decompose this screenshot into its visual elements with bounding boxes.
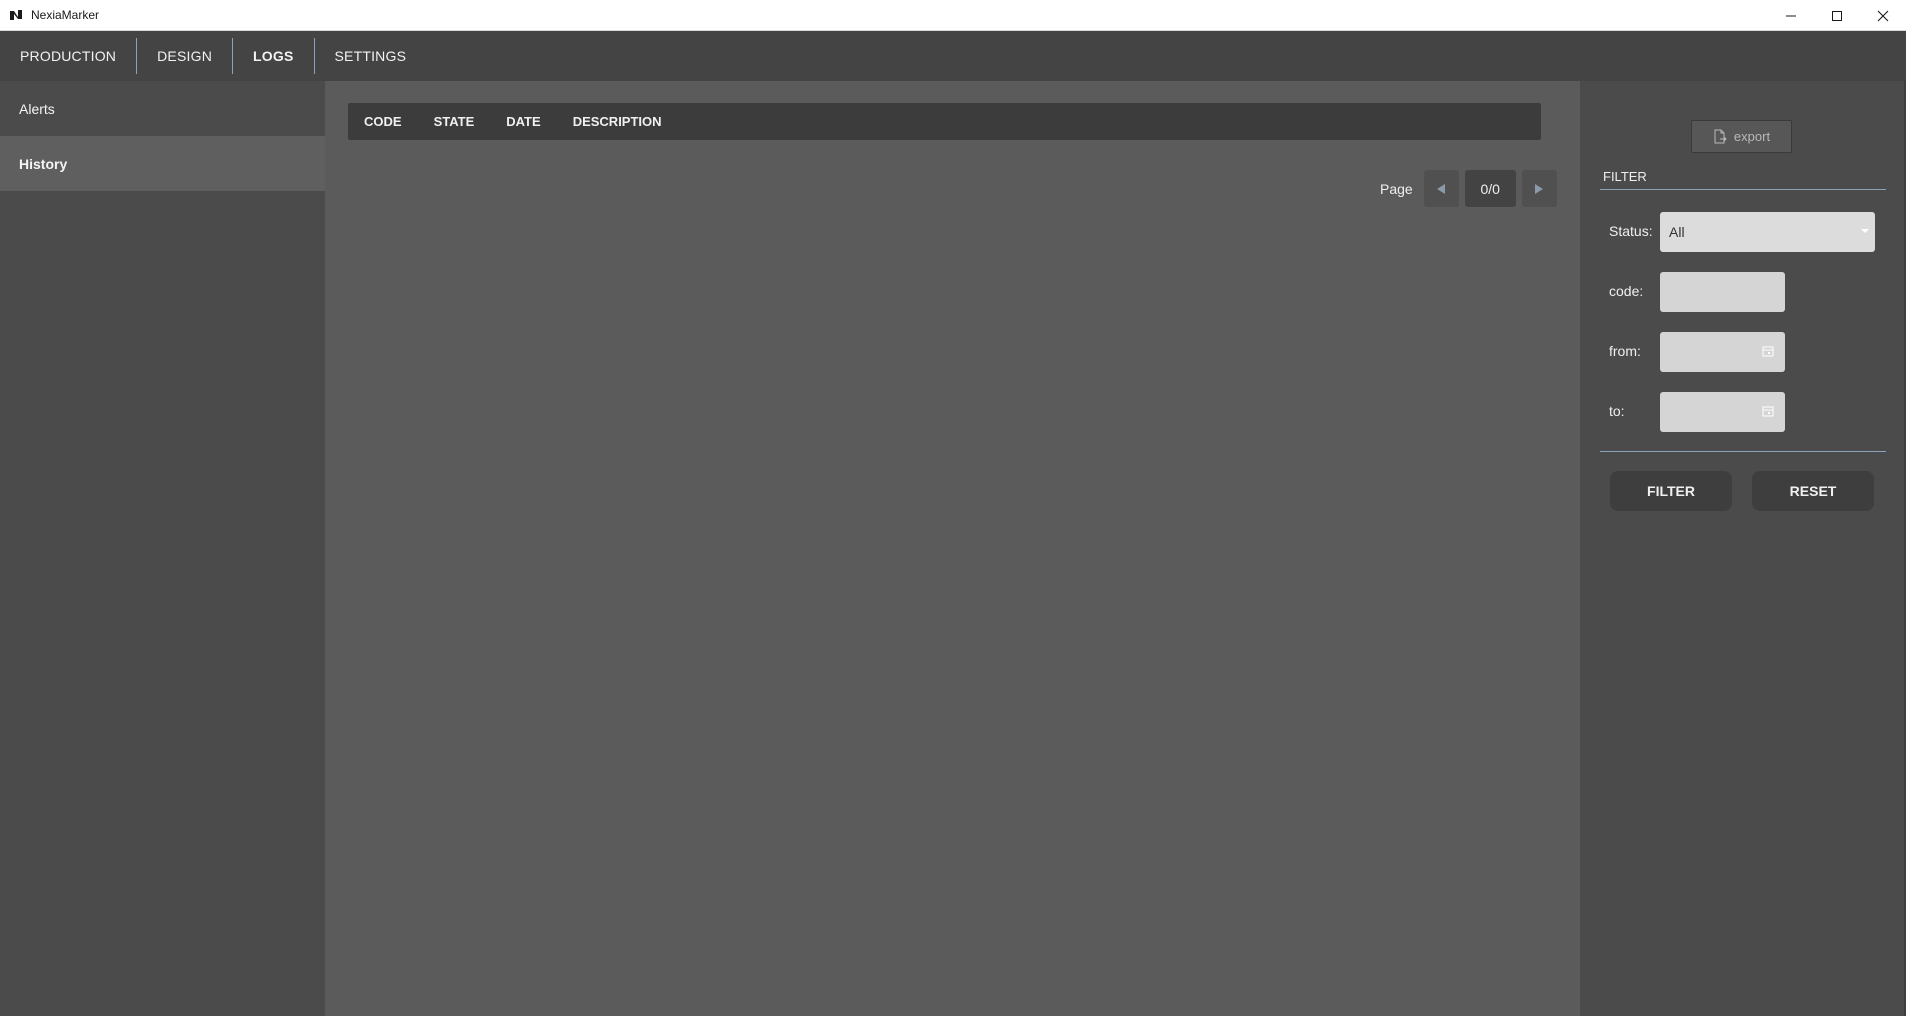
export-label: export: [1733, 129, 1771, 144]
tab-design[interactable]: DESIGN: [137, 31, 232, 81]
tab-logs[interactable]: LOGS: [233, 31, 313, 81]
maximize-icon: [1832, 10, 1842, 21]
sidebar: Alerts History: [0, 81, 325, 1016]
reset-button[interactable]: RESET: [1752, 471, 1874, 511]
sidebar-item-alerts[interactable]: Alerts: [0, 81, 325, 136]
window-title: NexiaMarker: [31, 8, 100, 22]
minimize-button[interactable]: [1768, 0, 1814, 31]
filter-divider-bottom: [1600, 451, 1886, 452]
code-label: code:: [1609, 283, 1644, 299]
close-icon: [1877, 10, 1889, 21]
from-date-input[interactable]: [1660, 332, 1785, 372]
calendar-icon[interactable]: [1762, 405, 1774, 417]
calendar-icon[interactable]: [1762, 345, 1774, 357]
page-indicator: 0/0: [1464, 170, 1516, 207]
chevron-down-icon: [1861, 229, 1869, 233]
title-bar: NexiaMarker: [0, 0, 1906, 31]
prev-page-button[interactable]: [1423, 170, 1459, 207]
export-button[interactable]: export: [1691, 120, 1792, 153]
filter-button[interactable]: FILTER: [1610, 471, 1732, 511]
app-logo-icon: [8, 7, 24, 23]
filter-panel: export FILTER Status: All code: from: to…: [1580, 81, 1906, 1016]
filter-title: FILTER: [1603, 169, 1647, 184]
to-date-input[interactable]: [1660, 392, 1785, 432]
close-button[interactable]: [1860, 0, 1906, 31]
top-nav: PRODUCTION DESIGN LOGS SETTINGS: [0, 31, 1906, 81]
column-header-code[interactable]: CODE: [364, 114, 402, 129]
triangle-left-icon: [1437, 183, 1446, 194]
filter-divider: [1600, 189, 1886, 190]
status-selected-value: All: [1669, 224, 1685, 240]
pager: Page 0/0: [1380, 170, 1557, 207]
code-input[interactable]: [1660, 272, 1785, 312]
column-header-state[interactable]: STATE: [434, 114, 475, 129]
table-header: CODE STATE DATE DESCRIPTION: [348, 103, 1541, 140]
column-header-date[interactable]: DATE: [506, 114, 540, 129]
minimize-icon: [1786, 15, 1796, 16]
triangle-right-icon: [1535, 183, 1544, 194]
from-label: from:: [1609, 343, 1641, 359]
next-page-button[interactable]: [1521, 170, 1557, 207]
maximize-button[interactable]: [1814, 0, 1860, 31]
to-label: to:: [1609, 403, 1625, 419]
window-controls: [1768, 0, 1906, 31]
file-export-icon: [1714, 129, 1727, 144]
status-select[interactable]: All: [1660, 212, 1875, 252]
main-content: CODE STATE DATE DESCRIPTION Page 0/0: [325, 81, 1580, 1016]
tab-production[interactable]: PRODUCTION: [0, 31, 136, 81]
status-label: Status:: [1609, 223, 1653, 239]
pager-label: Page: [1380, 180, 1413, 197]
column-header-description[interactable]: DESCRIPTION: [573, 114, 662, 129]
sidebar-item-history[interactable]: History: [0, 136, 325, 191]
tab-settings[interactable]: SETTINGS: [315, 31, 427, 81]
